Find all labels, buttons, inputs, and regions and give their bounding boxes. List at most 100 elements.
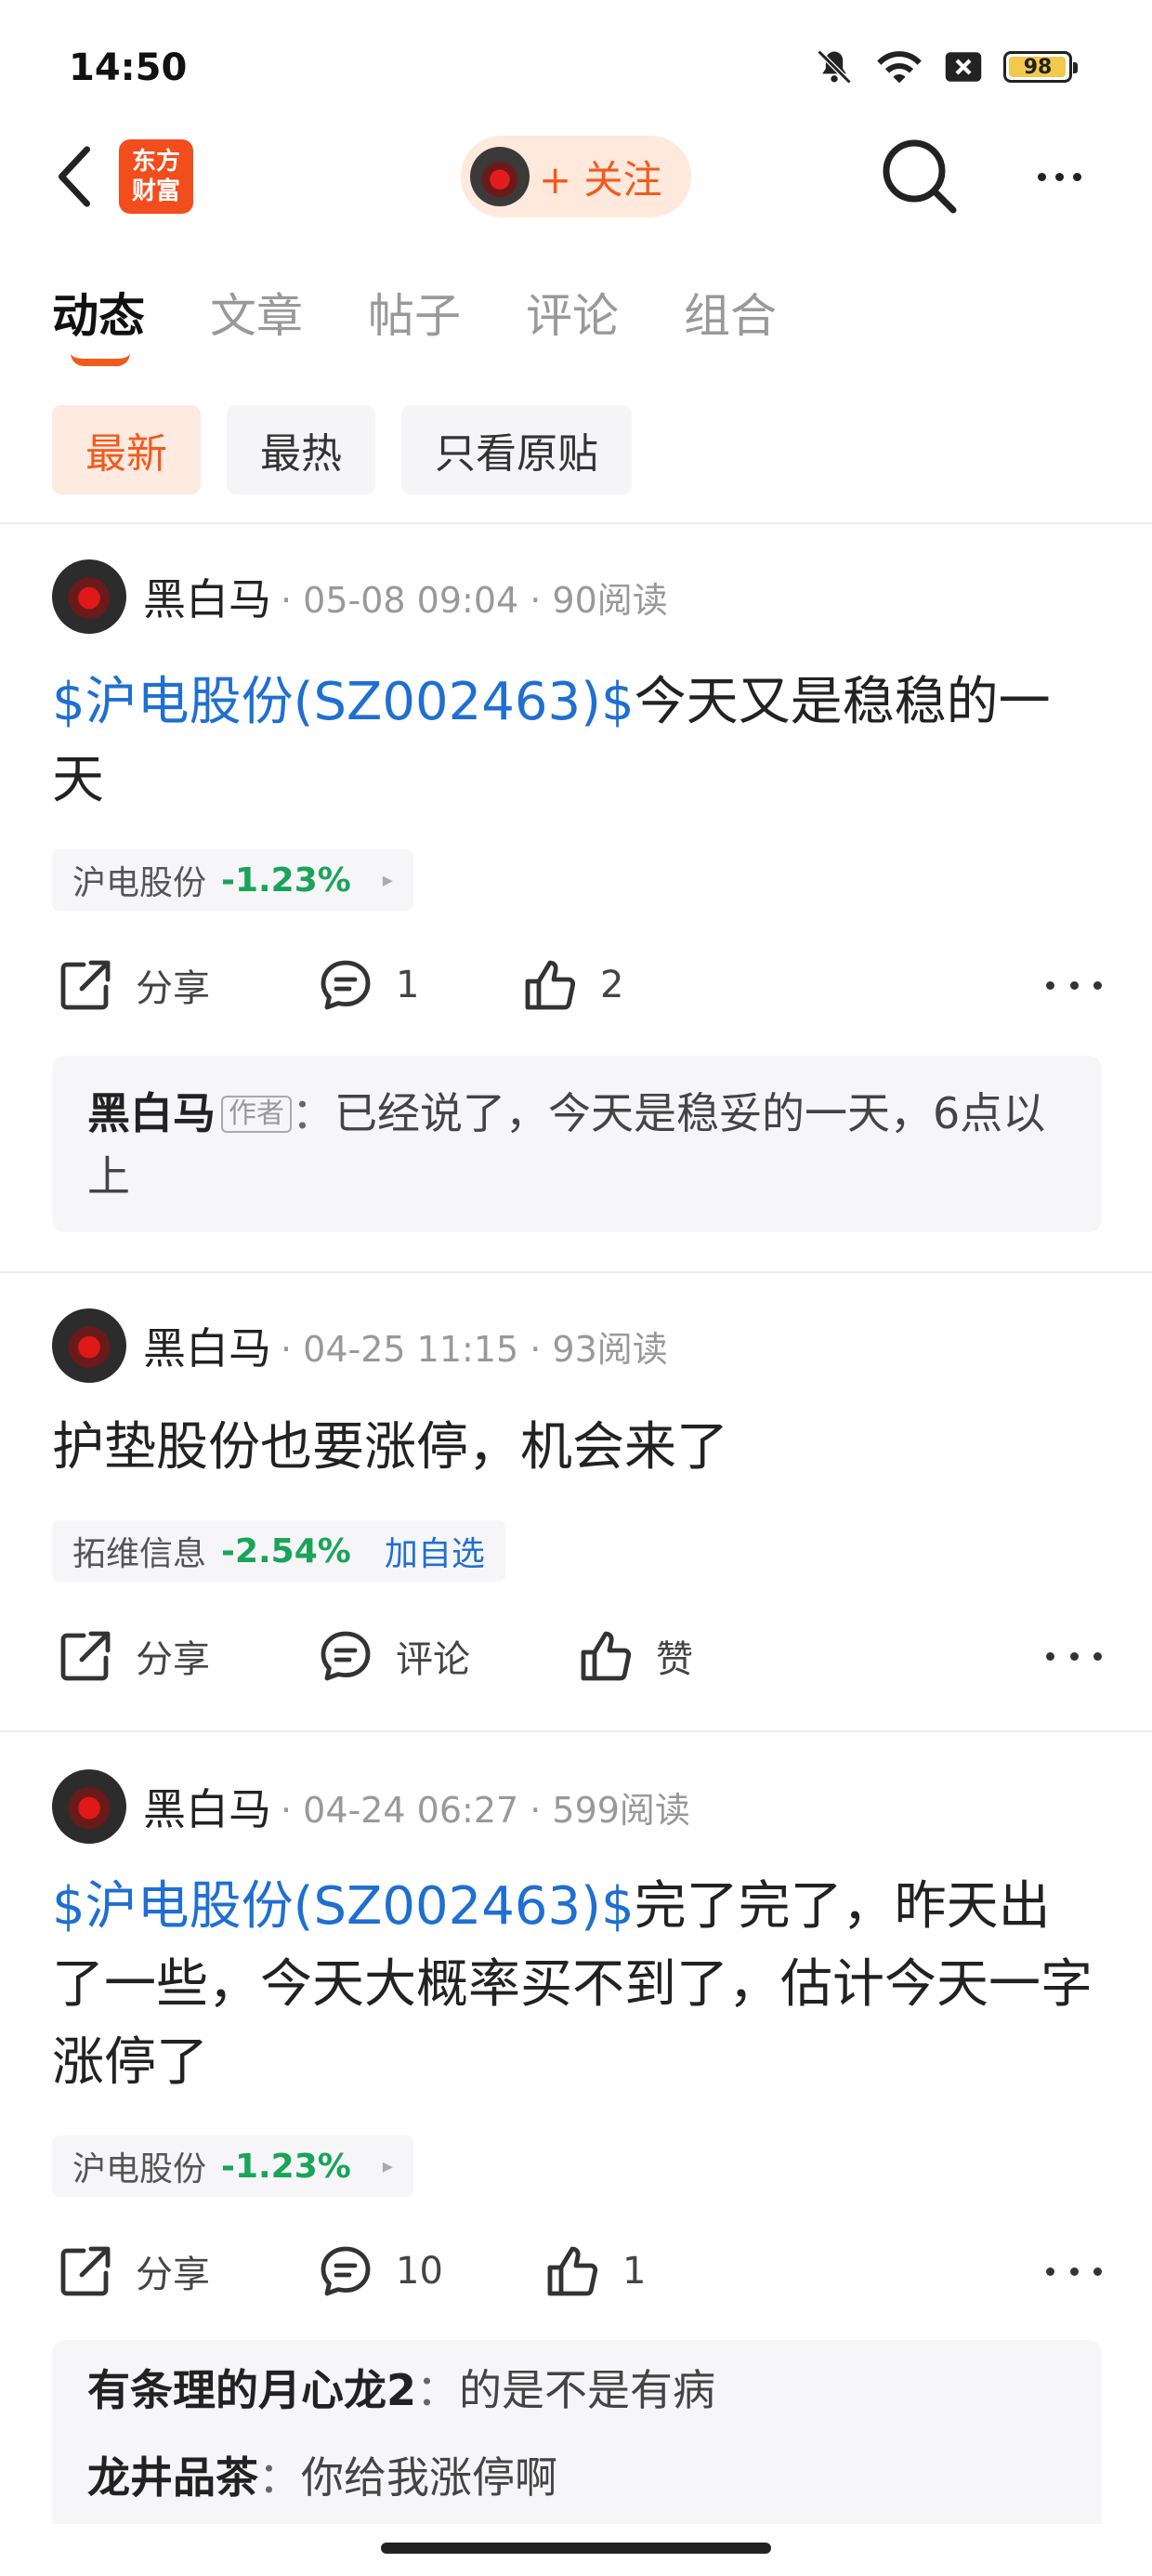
divider bbox=[0, 1271, 1152, 1273]
play-arrow-icon: ▸ bbox=[382, 2154, 393, 2178]
app-logo: 东方 财富 bbox=[119, 139, 193, 214]
tab-label: 动态 bbox=[52, 289, 145, 343]
thumbs-up-icon bbox=[547, 2246, 598, 2296]
tab-articles[interactable]: 文章 bbox=[210, 279, 303, 346]
post-more-button[interactable] bbox=[1046, 1619, 1102, 1693]
share-button[interactable]: 分享 bbox=[56, 948, 210, 1022]
author-name[interactable]: 黑白马 bbox=[143, 566, 271, 627]
comment-item[interactable]: 有条理的月心龙2：的是不是有病 bbox=[87, 2359, 1067, 2422]
like-label: 赞 bbox=[656, 1638, 693, 1681]
more-dot-icon bbox=[1069, 1651, 1079, 1661]
filter-original-only[interactable]: 只看原贴 bbox=[401, 405, 632, 494]
tab-comments[interactable]: 评论 bbox=[526, 279, 619, 346]
add-watchlist-button[interactable]: 加自选 bbox=[385, 1527, 485, 1575]
stock-tag[interactable]: 拓维信息 -2.54% 加自选 bbox=[52, 1520, 505, 1582]
follow-button[interactable]: + 关注 bbox=[461, 136, 691, 217]
comment-item[interactable]: 黑白马 作者 ：已经说了，今天是稳妥的一天，6点以上 bbox=[87, 1082, 1067, 1208]
filter-hottest[interactable]: 最热 bbox=[227, 405, 375, 494]
battery-icon: 98 bbox=[1003, 51, 1078, 83]
status-icons: 98 bbox=[814, 46, 1078, 87]
share-button[interactable]: 分享 bbox=[56, 2234, 210, 2308]
search-icon bbox=[883, 139, 957, 214]
filter-latest[interactable]: 最新 bbox=[52, 405, 201, 494]
comment-label: 评论 bbox=[396, 1638, 470, 1681]
back-button[interactable] bbox=[46, 139, 102, 214]
post-time-reads: · 04-25 11:15 · 93阅读 bbox=[281, 1328, 668, 1370]
more-dot-icon bbox=[1046, 980, 1054, 990]
comment-author[interactable]: 黑白马 bbox=[87, 1088, 216, 1138]
tab-bar: 动态 文章 帖子 评论 组合 bbox=[52, 279, 777, 366]
share-label: 分享 bbox=[136, 967, 210, 1010]
stock-change: -1.23% bbox=[221, 861, 351, 900]
sim-blocked-icon bbox=[945, 52, 982, 82]
post-actions: 分享 10 1 bbox=[52, 2234, 1102, 2308]
share-label: 分享 bbox=[136, 2254, 210, 2296]
comment-button[interactable]: 10 bbox=[316, 2234, 443, 2308]
tab-portfolio[interactable]: 组合 bbox=[684, 279, 777, 346]
tab-posts[interactable]: 帖子 bbox=[368, 279, 461, 346]
post-text: $沪电股份(SZ002463)$完了完了，昨天出了一些，今天大概率买不到了，估计… bbox=[52, 1868, 1102, 2102]
stock-link[interactable]: $沪电股份(SZ002463)$ bbox=[52, 672, 635, 732]
divider bbox=[0, 522, 1152, 524]
divider bbox=[0, 1730, 1152, 1732]
home-indicator[interactable] bbox=[381, 2543, 771, 2554]
comment-author[interactable]: 龙井品茶 bbox=[87, 2452, 258, 2503]
comment-icon bbox=[321, 960, 371, 1010]
comment-button[interactable]: 评论 bbox=[316, 1619, 470, 1693]
like-button[interactable]: 1 bbox=[543, 2234, 646, 2308]
chevron-left-icon bbox=[58, 146, 91, 207]
comment-icon bbox=[321, 1631, 371, 1681]
thumbs-up-icon bbox=[525, 960, 576, 1010]
like-button[interactable]: 赞 bbox=[576, 1619, 693, 1693]
avatar[interactable] bbox=[52, 1769, 126, 1844]
status-time: 14:50 bbox=[69, 46, 188, 89]
share-button[interactable]: 分享 bbox=[56, 1619, 210, 1693]
battery-text: 98 bbox=[1023, 55, 1053, 79]
stock-name: 沪电股份 bbox=[72, 864, 207, 902]
like-count: 1 bbox=[622, 2250, 647, 2293]
comment-icon bbox=[321, 2246, 371, 2296]
more-dot-icon bbox=[1054, 172, 1064, 181]
more-button[interactable] bbox=[1022, 136, 1096, 217]
comment-preview[interactable]: 有条理的月心龙2：的是不是有病 龙井品茶：你给我涨停啊 bbox=[52, 2340, 1102, 2524]
tab-dynamic[interactable]: 动态 bbox=[52, 279, 145, 366]
author-badge: 作者 bbox=[221, 1096, 292, 1133]
post-meta: 黑白马 · 05-08 09:04 · 90阅读 bbox=[52, 558, 668, 636]
comment-text: 的是不是有病 bbox=[459, 2365, 716, 2415]
stock-tag[interactable]: 沪电股份 -1.23% ▸ bbox=[52, 849, 413, 911]
author-name[interactable]: 黑白马 bbox=[143, 1776, 271, 1837]
post-more-button[interactable] bbox=[1046, 2234, 1102, 2308]
more-dot-icon bbox=[1046, 2267, 1054, 2276]
stock-change: -1.23% bbox=[221, 2147, 351, 2186]
comment-author[interactable]: 有条理的月心龙2 bbox=[87, 2365, 416, 2415]
comment-item[interactable]: 龙井品茶：你给我涨停啊 bbox=[87, 2446, 1067, 2509]
share-icon bbox=[60, 2246, 111, 2296]
search-button[interactable] bbox=[879, 136, 961, 217]
author-name[interactable]: 黑白马 bbox=[143, 1315, 271, 1376]
post-body: 护垫股份也要涨停，机会来了 bbox=[52, 1417, 728, 1478]
wifi-icon bbox=[877, 51, 922, 84]
post-meta: 黑白马 · 04-24 06:27 · 599阅读 bbox=[52, 1768, 690, 1846]
stock-link[interactable]: $沪电股份(SZ002463)$ bbox=[52, 1876, 635, 1937]
post-meta: 黑白马 · 04-25 11:15 · 93阅读 bbox=[52, 1307, 668, 1385]
thumbs-up-icon bbox=[581, 1631, 632, 1681]
more-dot-icon bbox=[1093, 1651, 1102, 1661]
more-dot-icon bbox=[1069, 980, 1079, 990]
tab-active-indicator bbox=[71, 353, 130, 366]
like-button[interactable]: 2 bbox=[520, 948, 623, 1022]
share-label: 分享 bbox=[136, 1638, 210, 1681]
post-more-button[interactable] bbox=[1046, 948, 1102, 1022]
more-dot-icon bbox=[1093, 2267, 1102, 2276]
post-time-reads: · 05-08 09:04 · 90阅读 bbox=[281, 579, 668, 621]
post-actions: 分享 1 2 bbox=[52, 948, 1102, 1022]
avatar[interactable] bbox=[52, 1308, 126, 1383]
comment-separator: ： bbox=[258, 2452, 301, 2503]
more-dot-icon bbox=[1069, 2267, 1079, 2276]
more-dot-icon bbox=[1072, 172, 1081, 181]
avatar[interactable] bbox=[52, 559, 126, 634]
stock-name: 沪电股份 bbox=[72, 2150, 207, 2188]
comment-preview[interactable]: 黑白马 作者 ：已经说了，今天是稳妥的一天，6点以上 bbox=[52, 1056, 1102, 1232]
stock-tag[interactable]: 沪电股份 -1.23% ▸ bbox=[52, 2136, 413, 2197]
comment-button[interactable]: 1 bbox=[316, 948, 419, 1022]
play-arrow-icon: ▸ bbox=[382, 868, 393, 892]
